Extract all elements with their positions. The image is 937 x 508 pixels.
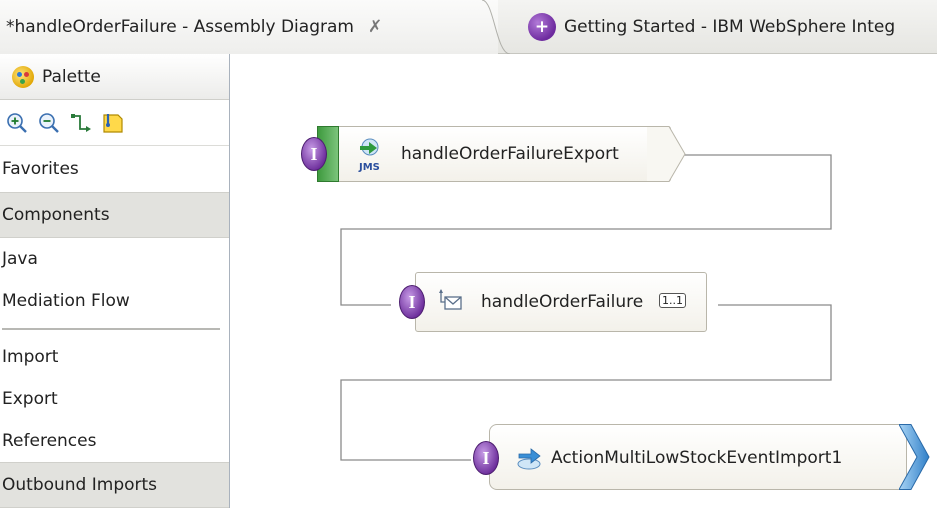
note-icon[interactable] <box>100 110 126 136</box>
websphere-icon: + <box>528 13 556 41</box>
assembly-diagram-canvas[interactable]: I JMS handleOrderFailureExport I handleO… <box>231 54 937 508</box>
export-interface-icon[interactable]: I <box>301 137 327 171</box>
connection-icon[interactable] <box>68 110 94 136</box>
export-node[interactable]: I JMS handleOrderFailureExport <box>301 126 691 186</box>
tab-assembly-diagram-label: *handleOrderFailure - Assembly Diagram <box>6 17 354 37</box>
import-node-label: ActionMultiLowStockEventImport1 <box>551 448 843 468</box>
zoom-in-icon[interactable] <box>4 110 30 136</box>
palette-icon <box>12 65 34 88</box>
palette-separator <box>0 322 229 336</box>
tab-getting-started-label: Getting Started - IBM WebSphere Integ <box>564 17 896 37</box>
tab-assembly-diagram[interactable]: *handleOrderFailure - Assembly Diagram ✗ <box>0 0 498 54</box>
palette-item-java[interactable]: Java <box>0 238 229 280</box>
jms-label: JMS <box>359 162 380 173</box>
editor-tab-bar: *handleOrderFailure - Assembly Diagram ✗… <box>0 0 937 54</box>
drawer-outbound-imports[interactable]: Outbound Imports <box>0 462 229 508</box>
export-node-label: handleOrderFailureExport <box>401 144 619 164</box>
palette-item-import[interactable]: Import <box>0 336 229 378</box>
tab-getting-started[interactable]: + Getting Started - IBM WebSphere Integ <box>506 0 937 54</box>
palette-item-references[interactable]: References <box>0 420 229 462</box>
palette-panel: Palette Favorites Components Java Mediat… <box>0 54 230 508</box>
component-node[interactable]: I handleOrderFailure 1..1 <box>381 272 721 336</box>
palette-header[interactable]: Palette <box>0 54 229 100</box>
component-interface-icon[interactable]: I <box>399 285 425 319</box>
import-marker <box>899 424 930 490</box>
import-binding-icon <box>517 448 541 470</box>
close-icon[interactable]: ✗ <box>368 17 382 37</box>
palette-toolbar <box>0 100 229 146</box>
palette-item-mediation-flow[interactable]: Mediation Flow <box>0 280 229 322</box>
zoom-out-icon[interactable] <box>36 110 62 136</box>
drawer-favorites[interactable]: Favorites <box>0 146 229 192</box>
mediation-flow-icon <box>439 289 462 310</box>
palette-title: Palette <box>42 66 101 87</box>
import-interface-icon[interactable]: I <box>473 441 499 475</box>
component-node-label: handleOrderFailure <box>481 292 644 312</box>
palette-item-export[interactable]: Export <box>0 378 229 420</box>
drawer-components[interactable]: Components <box>0 192 229 238</box>
reference-badge[interactable]: 1..1 <box>659 293 686 308</box>
import-node[interactable]: I ActionMultiLowStockEventImport1 <box>463 424 937 494</box>
